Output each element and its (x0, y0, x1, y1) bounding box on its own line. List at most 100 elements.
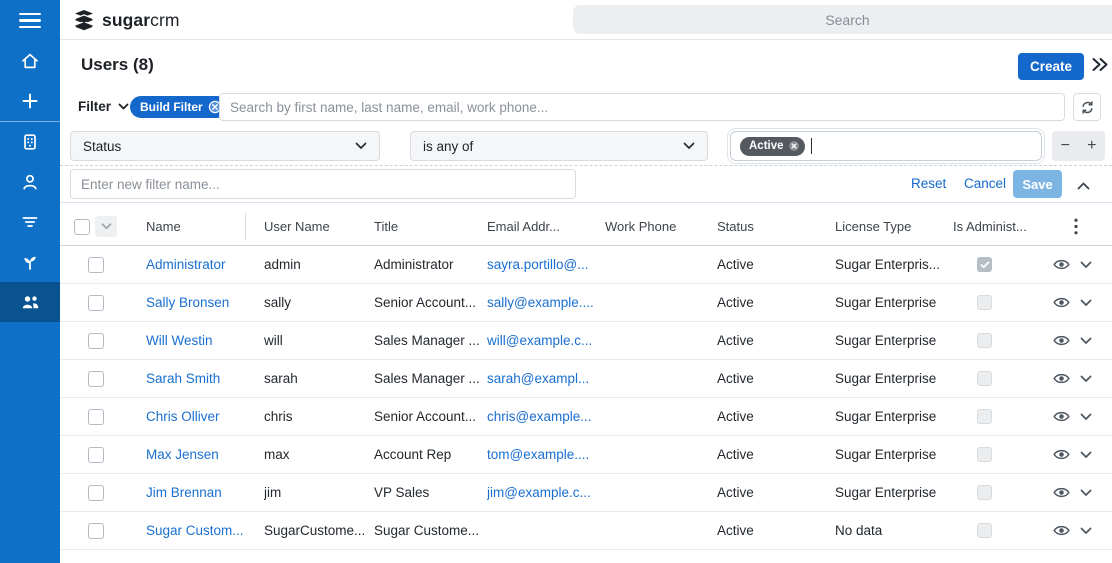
selection-menu-button[interactable] (95, 216, 117, 237)
title-cell: VP Sales (374, 485, 430, 500)
filter-label: Filter (78, 99, 112, 114)
table-header-row: Name User Name Title Email Addr... Work Phon… (60, 208, 1112, 246)
row-actions-cell (1040, 410, 1112, 423)
remove-tag-icon[interactable] (788, 140, 800, 152)
table-row: Sarah Smith sarah Sales Manager ... sarah@e… (60, 360, 1112, 398)
double-chevron-right-icon[interactable] (1090, 57, 1109, 77)
email-link[interactable]: sally@example.... (487, 295, 605, 310)
save-button[interactable]: Save (1013, 170, 1062, 198)
chevron-down-icon (118, 103, 129, 110)
row-checkbox[interactable] (88, 484, 104, 501)
is-admin-checkbox (977, 333, 992, 348)
preview-eye-button[interactable] (1052, 486, 1070, 499)
user-name-link[interactable]: Max Jensen (146, 447, 264, 462)
column-header-email-addr[interactable]: Email Addr... (487, 219, 605, 234)
row-expand-chevron-button[interactable] (1080, 299, 1092, 307)
row-checkbox[interactable] (88, 446, 104, 463)
row-checkbox[interactable] (88, 332, 104, 349)
preview-eye-button[interactable] (1052, 296, 1070, 309)
users-table: Name User Name Title Email Addr... Work Phon… (60, 208, 1112, 550)
row-expand-chevron-button[interactable] (1080, 375, 1092, 383)
row-expand-chevron-button[interactable] (1080, 489, 1092, 497)
user-name-link[interactable]: Sugar Custom... (146, 523, 264, 538)
sidebar-item-accounts[interactable] (0, 122, 60, 162)
select-all-checkbox[interactable] (74, 218, 90, 235)
build-filter-label: Build Filter (140, 100, 203, 114)
user-name-link[interactable]: Sarah Smith (146, 371, 264, 386)
preview-eye-button[interactable] (1052, 524, 1070, 537)
collapse-filter-button[interactable] (1077, 177, 1090, 195)
email-link[interactable]: sayra.portillo@... (487, 257, 605, 272)
filter-value-input[interactable]: Active (727, 128, 1045, 164)
reset-button[interactable]: Reset (911, 176, 946, 191)
row-actions-cell (1040, 448, 1112, 461)
column-header-license-type[interactable]: License Type (835, 219, 953, 234)
preview-eye-button[interactable] (1052, 372, 1070, 385)
row-expand-chevron-button[interactable] (1080, 451, 1092, 459)
create-button[interactable]: Create (1017, 53, 1084, 80)
global-search-input[interactable] (573, 5, 1112, 34)
hamburger-menu-button[interactable] (0, 0, 60, 41)
sidebar-item-leads[interactable] (0, 242, 60, 282)
column-header-title[interactable]: Title (374, 219, 487, 234)
cancel-button[interactable]: Cancel (964, 176, 1006, 191)
table-row: Jim Brennan jim VP Sales jim@example.c... Ac… (60, 474, 1112, 512)
filter-dropdown[interactable]: Filter (78, 99, 129, 114)
filter-value-tag-label: Active (749, 140, 784, 152)
list-search-input[interactable] (219, 93, 1065, 121)
row-checkbox[interactable] (88, 522, 104, 539)
kebab-menu-button[interactable] (1074, 218, 1078, 235)
column-header-work-phone[interactable]: Work Phone (605, 219, 717, 234)
hamburger-line (19, 12, 41, 16)
preview-eye-button[interactable] (1052, 258, 1070, 271)
refresh-button[interactable] (1073, 93, 1101, 121)
row-checkbox[interactable] (88, 294, 104, 311)
row-expand-chevron-button[interactable] (1080, 527, 1092, 535)
username-cell: admin (264, 257, 301, 272)
sidebar-item-reports[interactable] (0, 202, 60, 242)
filter-lines-icon (22, 217, 38, 227)
sidebar-item-contacts[interactable] (0, 162, 60, 202)
row-checkbox[interactable] (88, 256, 104, 273)
row-expand-chevron-button[interactable] (1080, 261, 1092, 269)
remove-filter-row-button[interactable]: − (1052, 131, 1079, 161)
sugarcrm-logo: sugarcrm (72, 0, 180, 40)
add-filter-row-button[interactable]: + (1079, 131, 1106, 161)
top-bar: sugarcrm (0, 0, 1112, 40)
email-link[interactable]: tom@example.... (487, 447, 605, 462)
filter-name-input[interactable] (70, 169, 576, 199)
title-cell: Account Rep (374, 447, 452, 462)
email-link[interactable]: chris@example... (487, 409, 605, 424)
sidebar-nav (0, 41, 60, 563)
chevron-up-icon (1077, 182, 1090, 190)
sidebar-item-users[interactable] (0, 282, 60, 322)
user-name-link[interactable]: Sally Bronsen (146, 295, 264, 310)
email-link[interactable]: jim@example.c... (487, 485, 605, 500)
status-cell: Active (717, 295, 754, 310)
row-expand-chevron-button[interactable] (1080, 337, 1092, 345)
is-admin-cell (953, 333, 1040, 348)
row-checkbox[interactable] (88, 408, 104, 425)
column-header-user-name[interactable]: User Name (264, 219, 374, 234)
preview-eye-button[interactable] (1052, 410, 1070, 423)
user-name-link[interactable]: Jim Brennan (146, 485, 264, 500)
sidebar-item-create[interactable] (0, 81, 60, 121)
email-link[interactable]: sarah@exampl... (487, 371, 605, 386)
table-row: Administrator admin Administrator sayra.por… (60, 246, 1112, 284)
column-header-status[interactable]: Status (717, 219, 835, 234)
row-checkbox[interactable] (88, 370, 104, 387)
column-header-name[interactable]: Name (146, 219, 264, 234)
build-filter-pill[interactable]: Build Filter (130, 96, 228, 118)
sidebar-item-home[interactable] (0, 41, 60, 81)
row-expand-chevron-button[interactable] (1080, 413, 1092, 421)
preview-eye-button[interactable] (1052, 334, 1070, 347)
user-name-link[interactable]: Will Westin (146, 333, 264, 348)
building-icon (24, 134, 36, 150)
email-link[interactable]: will@example.c... (487, 333, 605, 348)
user-name-link[interactable]: Chris Olliver (146, 409, 264, 424)
preview-eye-button[interactable] (1052, 448, 1070, 461)
filter-field-select[interactable]: Status (70, 131, 380, 161)
user-name-link[interactable]: Administrator (146, 257, 264, 272)
filter-operator-select[interactable]: is any of (410, 131, 708, 161)
column-header-is-administ[interactable]: Is Administ... (953, 219, 1040, 234)
